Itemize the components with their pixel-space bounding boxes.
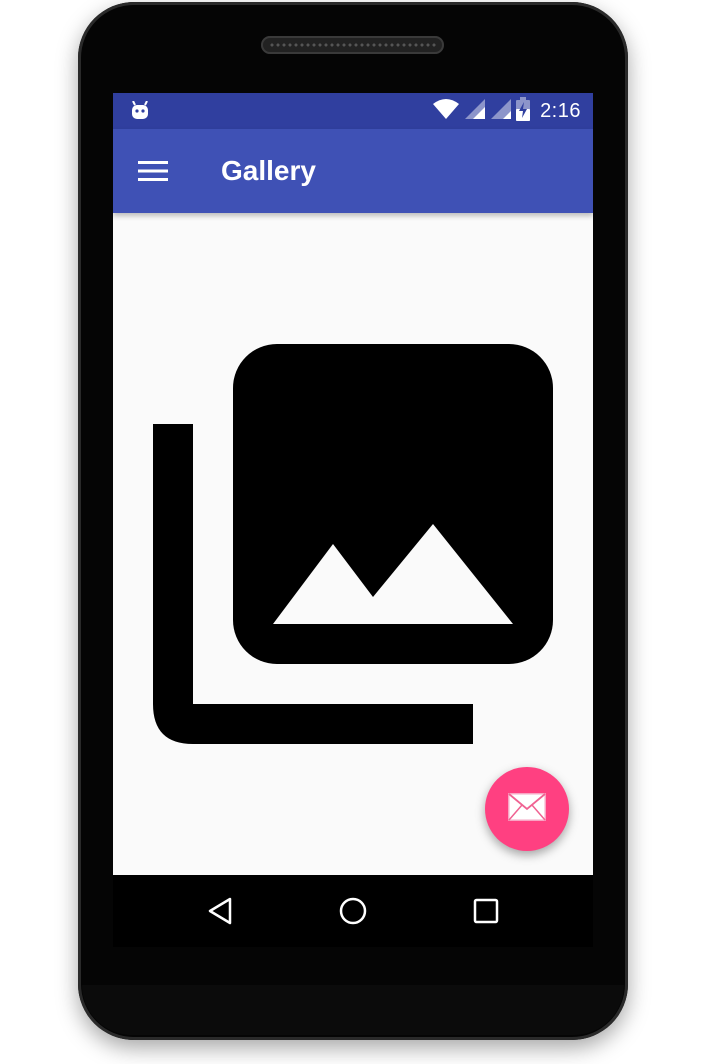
hamburger-menu-icon[interactable]	[133, 151, 173, 191]
recents-icon[interactable]	[468, 893, 504, 929]
page-title: Gallery	[221, 155, 316, 186]
app-bar: Gallery	[113, 129, 593, 213]
cell-signal-icon	[464, 98, 486, 125]
mail-icon	[508, 792, 546, 826]
phone-chin	[82, 985, 624, 1035]
status-icons: 2:16	[432, 93, 581, 129]
phone-speaker	[261, 36, 444, 54]
wifi-icon	[432, 98, 460, 125]
device-screen: 2:16 Gallery	[113, 93, 593, 875]
android-debug-icon	[129, 100, 151, 121]
system-nav-bar	[113, 875, 593, 947]
back-icon[interactable]	[202, 893, 238, 929]
status-bar: 2:16	[113, 93, 593, 129]
status-time: 2:16	[540, 99, 581, 122]
cell-signal-icon	[490, 98, 512, 125]
photo-library-icon	[153, 344, 553, 744]
compose-mail-button[interactable]	[485, 767, 569, 851]
battery-charging-icon	[516, 96, 531, 126]
home-icon[interactable]	[335, 893, 371, 929]
